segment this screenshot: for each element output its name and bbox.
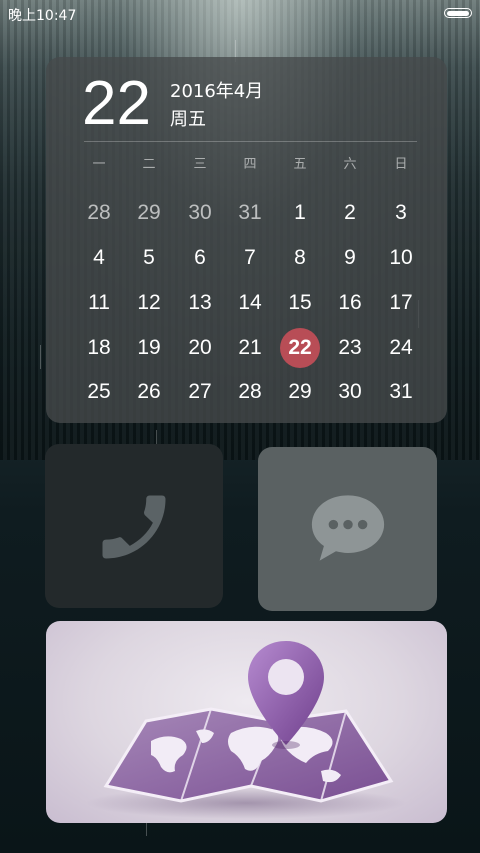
calendar-day-cell[interactable]: 11 <box>79 283 119 323</box>
calendar-day-cell[interactable]: 29 <box>280 372 320 412</box>
calendar-day-cell[interactable]: 31 <box>381 372 421 412</box>
calendar-day-cell[interactable]: 8 <box>280 238 320 278</box>
calendar-day-cell[interactable]: 24 <box>381 328 421 368</box>
chat-bubble-icon <box>311 495 385 561</box>
calendar-day-cell[interactable]: 28 <box>230 372 270 412</box>
calendar-day-cell[interactable]: 28 <box>79 193 119 233</box>
status-time: 晚上10:47 <box>8 8 77 24</box>
calendar-day-cell[interactable]: 13 <box>180 283 220 323</box>
calendar-day-cell[interactable]: 17 <box>381 283 421 323</box>
calendar-day-cell[interactable]: 1 <box>280 193 320 233</box>
calendar-day-cell[interactable]: 6 <box>180 238 220 278</box>
calendar-day-cell[interactable]: 23 <box>330 328 370 368</box>
calendar-day-cell[interactable]: 3 <box>381 193 421 233</box>
calendar-day-cell[interactable]: 10 <box>381 238 421 278</box>
calendar-day-cell[interactable]: 9 <box>330 238 370 278</box>
map-shortcut[interactable] <box>46 621 447 823</box>
calendar-day-cell[interactable]: 7 <box>230 238 270 278</box>
calendar-day-cell[interactable]: 15 <box>280 283 320 323</box>
calendar-day-cell[interactable]: 20 <box>180 328 220 368</box>
status-bar: 晚上10:47 <box>0 0 480 28</box>
calendar-grid: 28 29 30 31 1 2 3 4 5 6 7 8 9 10 11 12 13 14 15 16 17 18 19 20 2… <box>46 57 447 423</box>
calendar-day-cell[interactable]: 30 <box>180 193 220 233</box>
calendar-day-cell[interactable]: 31 <box>230 193 270 233</box>
calendar-day-cell[interactable]: 26 <box>129 372 169 412</box>
rain-streak <box>40 345 41 369</box>
battery-icon <box>444 8 472 18</box>
calendar-day-cell[interactable]: 18 <box>79 328 119 368</box>
calendar-day-cell[interactable]: 19 <box>129 328 169 368</box>
rain-streak <box>146 822 147 836</box>
calendar-day-cell-selected[interactable]: 22 <box>280 328 320 368</box>
calendar-day-cell[interactable]: 5 <box>129 238 169 278</box>
phone-icon <box>102 495 166 559</box>
calendar-day-cell[interactable]: 25 <box>79 372 119 412</box>
calendar-widget[interactable]: 22 2016年4月 周五 一 二 三 四 五 六 日 28 29 30 31 1 2 3 4… <box>46 57 447 423</box>
calendar-day-cell[interactable]: 29 <box>129 193 169 233</box>
messages-shortcut[interactable] <box>258 447 437 611</box>
calendar-day-cell[interactable]: 12 <box>129 283 169 323</box>
calendar-day-cell[interactable]: 16 <box>330 283 370 323</box>
calendar-day-cell[interactable]: 14 <box>230 283 270 323</box>
calendar-day-cell[interactable]: 2 <box>330 193 370 233</box>
calendar-day-cell[interactable]: 4 <box>79 238 119 278</box>
calendar-day-cell[interactable]: 30 <box>330 372 370 412</box>
calendar-day-cell[interactable]: 27 <box>180 372 220 412</box>
phone-shortcut[interactable] <box>45 444 223 608</box>
map-pin-icon <box>86 641 406 819</box>
calendar-day-cell[interactable]: 21 <box>230 328 270 368</box>
